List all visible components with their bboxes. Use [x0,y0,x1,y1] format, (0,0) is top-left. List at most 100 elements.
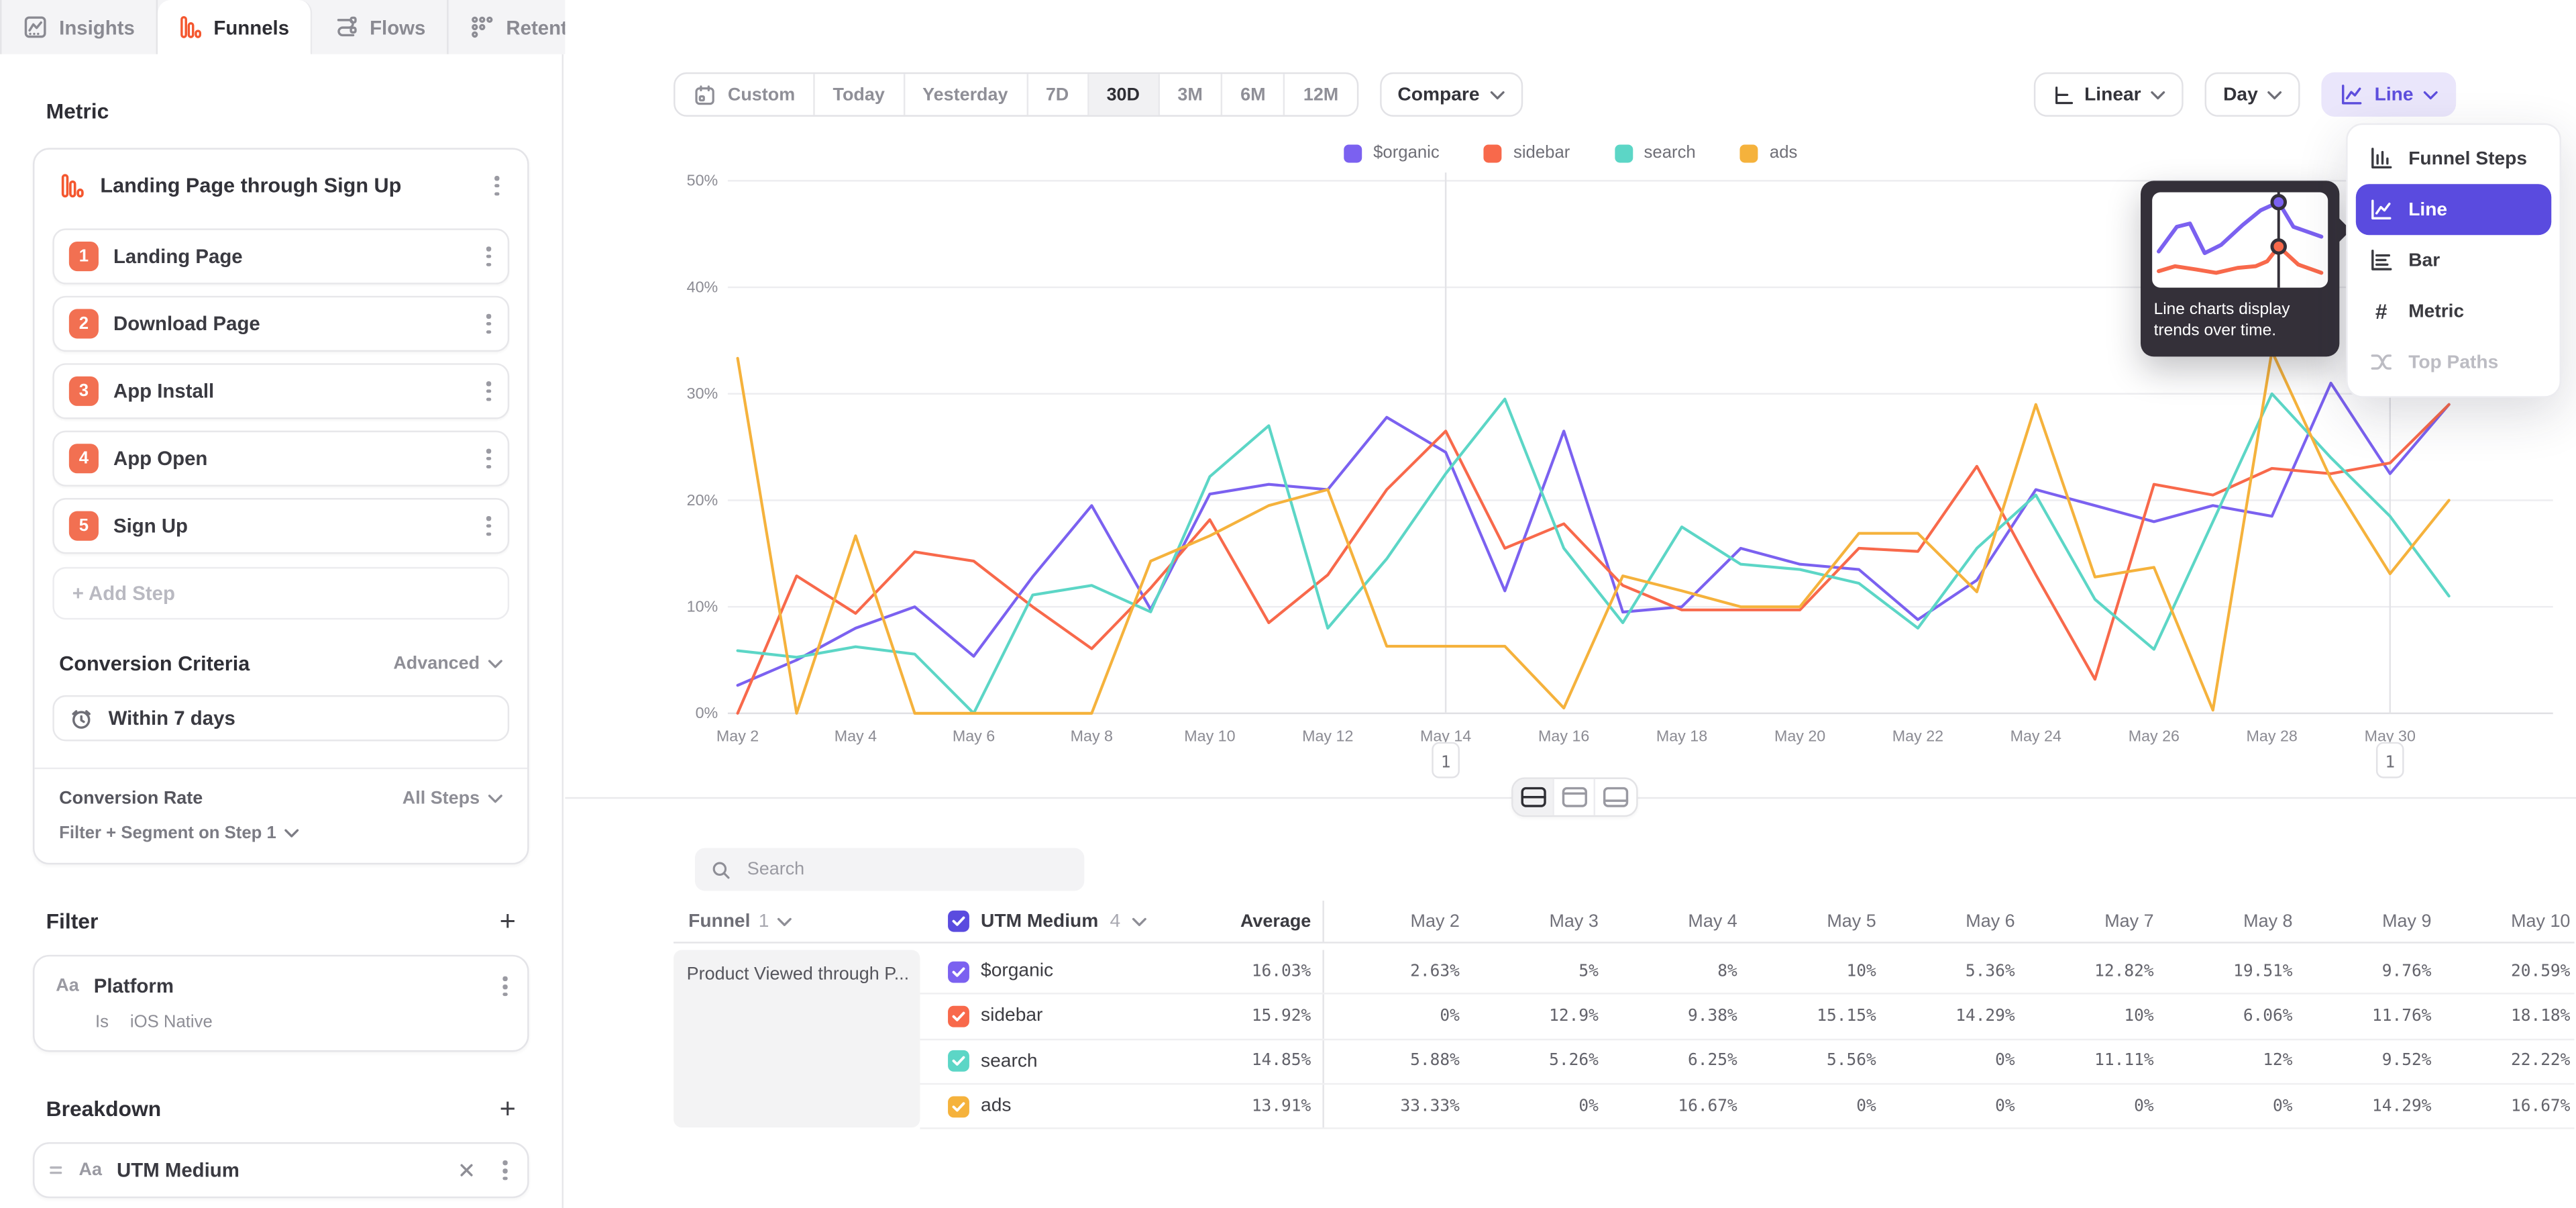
svg-text:0%: 0% [696,704,718,721]
breakdown-menu-icon[interactable] [497,1154,515,1187]
tooltip-text: Line charts display trends over time. [2152,299,2328,346]
table-cell-value: 6.06% [2157,1007,2296,1025]
table-cell-value: 2.63% [1324,962,1463,980]
date-column-may-5[interactable]: May 5 [1741,911,1880,931]
line-chart-illustration [2152,193,2328,288]
funnel-column-header[interactable]: Funnel 1 [674,911,920,931]
table-cell-value: 5.36% [1880,962,2019,980]
filter-segment-dropdown[interactable]: Filter + Segment on Step 1 [59,823,502,843]
annotation-badge[interactable]: 1 [1433,743,1459,777]
segment-column-header[interactable]: UTM Medium 4 [920,911,1163,932]
split-view-button[interactable] [1513,779,1554,815]
date-column-may-8[interactable]: May 8 [2157,911,2296,931]
row-menu-icon[interactable] [480,240,498,273]
date-column-may-4[interactable]: May 4 [1602,911,1741,931]
segment-header-count: 4 [1110,911,1120,931]
advanced-dropdown[interactable]: Advanced [393,654,502,674]
date-column-may-9[interactable]: May 9 [2296,911,2434,931]
compare-button[interactable]: Compare [1379,72,1522,117]
range-30d[interactable]: 30D [1089,74,1160,115]
average-column-header[interactable]: Average [1163,911,1311,931]
table-cell-value: 15.15% [1741,1007,1880,1025]
table-header: Funnel 1 UTM Medium 4 Average May 2May 3… [674,901,2574,944]
funnel-step-sign-up[interactable]: 5 Sign Up [52,498,509,554]
menu-item-line[interactable]: Line [2356,184,2551,235]
drag-handle-icon[interactable] [48,1162,64,1178]
row-menu-icon[interactable] [480,509,498,542]
chart-view-button[interactable] [1554,779,1595,815]
tab-insights[interactable]: Insights [0,0,158,54]
date-column-may-3[interactable]: May 3 [1463,911,1602,931]
range-12m[interactable]: 12M [1285,74,1356,115]
range-custom[interactable]: Custom [676,74,815,115]
row-menu-icon[interactable] [480,375,498,408]
menu-item-metric[interactable]: # Metric [2356,286,2551,337]
table-cell-value: 9.76% [2296,962,2434,980]
row-menu-icon[interactable] [480,307,498,340]
tab-flows[interactable]: Flows [312,0,448,54]
range-today[interactable]: Today [815,74,905,115]
conversion-window-button[interactable]: Within 7 days [52,695,509,742]
date-column-may-2[interactable]: May 2 [1324,911,1463,931]
menu-item-funnel-steps[interactable]: Funnel Steps [2356,133,2551,184]
funnel-step-download-page[interactable]: 2 Download Page [52,296,509,352]
row-checkbox[interactable] [948,961,969,983]
table-cell-value: 19.51% [2157,962,2296,980]
date-column-may-6[interactable]: May 6 [1880,911,2019,931]
filter-property-name[interactable]: Platform [94,975,482,998]
row-checkbox[interactable] [948,1006,969,1027]
add-breakdown-button[interactable]: + [500,1095,516,1123]
tab-label: Insights [59,15,135,38]
add-filter-button[interactable]: + [500,907,516,936]
metric-name: Landing Page through Sign Up [100,174,474,197]
metric-menu-icon[interactable] [488,169,506,202]
step-number-badge: 3 [69,376,99,406]
all-steps-label: All Steps [402,789,480,809]
segment-select-all-checkbox[interactable] [948,911,969,932]
all-steps-dropdown[interactable]: All Steps [402,789,503,809]
date-column-may-7[interactable]: May 7 [2019,911,2157,931]
svg-text:May 4: May 4 [835,727,877,744]
menu-item-bar[interactable]: Bar [2356,235,2551,286]
retention-icon [470,15,495,40]
date-column-may-10[interactable]: May 10 [2434,911,2573,931]
filter-value[interactable]: iOS Native [130,1013,213,1032]
menu-item-label: Metric [2408,301,2464,321]
filter-operator[interactable]: Is [95,1013,109,1032]
table-cell-value: 0% [2019,1097,2157,1115]
scale-dropdown[interactable]: Linear [2033,72,2184,117]
step-number-badge: 4 [69,444,99,474]
range-6m[interactable]: 6M [1222,74,1285,115]
svg-text:May 22: May 22 [1892,727,1943,744]
remove-breakdown-icon[interactable] [452,1156,482,1186]
svg-text:May 30: May 30 [2365,727,2416,744]
annotation-badge[interactable]: 1 [2377,743,2403,777]
table-cell-value: 5.88% [1324,1052,1463,1070]
filter-menu-icon[interactable] [497,970,515,1003]
tab-funnels[interactable]: Funnels [158,0,312,54]
table-cell-value: 0% [1741,1097,1880,1115]
table-row-organic: $organic 16.03% 2.63%5%8%10%5.36%12.82%1… [920,950,2574,995]
chart-type-dropdown[interactable]: Line [2322,72,2456,117]
table-cell-value: 0% [1880,1097,2019,1115]
svg-text:May 8: May 8 [1071,727,1113,744]
menu-item-label: Funnel Steps [2408,149,2527,168]
table-view-button[interactable] [1595,779,1636,815]
funnel-step-app-open[interactable]: 4 App Open [52,431,509,487]
granularity-dropdown[interactable]: Day [2205,72,2300,117]
funnel-name-cell[interactable]: Product Viewed through P... [674,950,920,1127]
funnel-step-landing-page[interactable]: 1 Landing Page [52,229,509,285]
search-input[interactable] [695,848,1084,891]
report-tab-bar: Insights Funnels Flows Retention [0,0,565,54]
add-step-button[interactable]: + Add Step [52,567,509,619]
range-yesterday[interactable]: Yesterday [904,74,1028,115]
row-checkbox[interactable] [948,1095,969,1117]
table-cell-value: 11.76% [2296,1007,2434,1025]
row-checkbox[interactable] [948,1050,969,1072]
range-3m[interactable]: 3M [1159,74,1222,115]
range-7d[interactable]: 7D [1028,74,1089,115]
row-menu-icon[interactable] [480,442,498,475]
funnel-step-app-install[interactable]: 3 App Install [52,364,509,419]
breakdown-property-name[interactable]: UTM Medium [117,1159,437,1182]
column-divider [1311,901,1324,942]
